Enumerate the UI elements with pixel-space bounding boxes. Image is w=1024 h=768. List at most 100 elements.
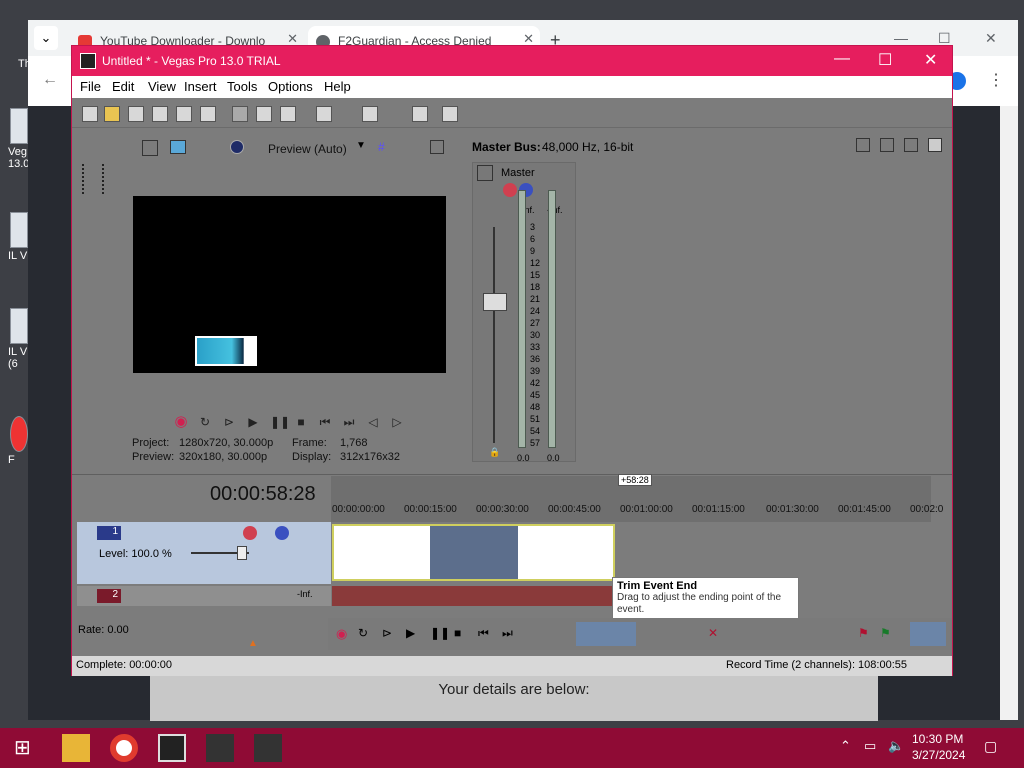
downmix-icon[interactable] bbox=[880, 138, 894, 152]
dim-output-icon[interactable] bbox=[904, 138, 918, 152]
loop-icon[interactable]: ↻ bbox=[358, 626, 368, 640]
vegas-minimize-button[interactable]: — bbox=[834, 50, 850, 68]
stop-icon[interactable]: ■ bbox=[294, 415, 308, 429]
track-2-header[interactable]: 2 -Inf. bbox=[77, 586, 331, 606]
render-icon[interactable] bbox=[176, 106, 192, 122]
track-1-header[interactable]: 1 Level: 100.0 % bbox=[77, 522, 331, 584]
play-icon[interactable]: ▶ bbox=[246, 415, 260, 429]
next-frame-icon[interactable]: ▷ bbox=[390, 415, 404, 429]
vegas-taskbar-icon[interactable] bbox=[158, 734, 186, 762]
redo-icon[interactable] bbox=[362, 106, 378, 122]
region-icon[interactable]: ⚑ bbox=[880, 626, 891, 640]
bus-properties-icon[interactable] bbox=[856, 138, 870, 152]
desktop-icon-th[interactable]: Th bbox=[0, 12, 31, 70]
browser-scrollbar[interactable] bbox=[1000, 106, 1018, 720]
browser-minimize-button[interactable]: — bbox=[894, 30, 908, 46]
clip-blank-segment bbox=[430, 526, 518, 579]
edit-tool-icon[interactable] bbox=[412, 106, 428, 122]
record-icon[interactable]: ◉ bbox=[336, 626, 347, 642]
chrome-icon[interactable] bbox=[110, 734, 138, 762]
il-taskbar-icon[interactable] bbox=[206, 734, 234, 762]
properties-icon[interactable] bbox=[200, 106, 216, 122]
audio-event-clip[interactable] bbox=[332, 586, 615, 606]
file-explorer-icon[interactable] bbox=[62, 734, 90, 762]
lock-icon[interactable]: 🔒 bbox=[489, 447, 500, 458]
track-fx-icon[interactable] bbox=[243, 526, 257, 540]
volume-icon[interactable]: 🔈 bbox=[888, 738, 904, 754]
menu-view[interactable]: View bbox=[148, 79, 176, 94]
pause-icon[interactable]: ❚❚ bbox=[430, 626, 450, 640]
master-fader-handle[interactable] bbox=[483, 293, 507, 311]
stop-icon[interactable]: ■ bbox=[454, 626, 461, 640]
go-to-start-icon[interactable]: ⏮ bbox=[318, 415, 332, 429]
edit-tool-selector[interactable] bbox=[576, 622, 636, 646]
go-to-start-icon[interactable]: ⏮ bbox=[478, 626, 489, 641]
cut-icon[interactable] bbox=[232, 106, 248, 122]
desktop-icon-f[interactable]: F bbox=[0, 416, 28, 468]
previous-frame-icon[interactable]: ◁ bbox=[366, 415, 380, 429]
playback-rate: Rate: 0.00 bbox=[78, 624, 129, 636]
go-to-end-icon[interactable]: ⏭ bbox=[342, 415, 356, 429]
menu-kebab-icon[interactable]: ⋮ bbox=[988, 70, 1004, 90]
chevron-up-icon[interactable]: ⌃ bbox=[840, 738, 851, 754]
video-event-clip[interactable] bbox=[332, 524, 615, 581]
record-icon[interactable]: ◉ bbox=[174, 414, 188, 429]
browser-close-button[interactable]: ✕ bbox=[985, 30, 997, 47]
network-icon[interactable]: ▭ bbox=[864, 738, 876, 754]
copy-snapshot-icon[interactable] bbox=[430, 140, 444, 154]
overlays-grid-icon[interactable]: # bbox=[378, 140, 385, 154]
level-slider-handle[interactable] bbox=[237, 546, 247, 560]
menu-edit[interactable]: Edit bbox=[112, 79, 134, 94]
marker-icon[interactable]: ⚑ bbox=[858, 626, 869, 640]
rate-marker-icon[interactable]: ▲ bbox=[248, 638, 258, 649]
external-monitor-icon[interactable] bbox=[170, 140, 186, 154]
back-arrow-icon[interactable]: ← bbox=[42, 71, 58, 89]
play-icon[interactable]: ▶ bbox=[406, 626, 415, 640]
vegas-maximize-button[interactable]: ☐ bbox=[878, 50, 892, 70]
chevron-down-icon[interactable]: ▼ bbox=[356, 140, 366, 151]
menu-tools[interactable]: Tools bbox=[227, 79, 257, 94]
desktop-icon-vegas[interactable]: Veg 13.0 bbox=[0, 108, 29, 170]
new-file-icon[interactable] bbox=[82, 106, 98, 122]
desktop-icon-il-2[interactable]: IL V (6 bbox=[0, 308, 28, 370]
taskbar-date[interactable]: 3/27/2024 bbox=[912, 748, 965, 762]
copy-icon[interactable] bbox=[256, 106, 272, 122]
save-icon[interactable] bbox=[128, 106, 144, 122]
tab-search-button[interactable]: ⌄ bbox=[34, 26, 58, 50]
meter-scale-label: 12 bbox=[530, 258, 541, 268]
right-meter-value: 0.0 bbox=[547, 453, 560, 463]
preview-mode-dropdown[interactable]: Preview (Auto) bbox=[268, 142, 347, 156]
undo-icon[interactable] bbox=[316, 106, 332, 122]
fx-gear-icon[interactable] bbox=[503, 183, 517, 197]
preview-properties-icon[interactable] bbox=[142, 140, 158, 156]
paste-icon[interactable] bbox=[280, 106, 296, 122]
il-taskbar-icon[interactable] bbox=[254, 734, 282, 762]
meter-scale-label: 36 bbox=[530, 354, 541, 364]
pause-icon[interactable]: ❚❚ bbox=[270, 415, 290, 429]
start-windows-icon[interactable]: ⊞ bbox=[14, 734, 42, 762]
desktop-icon-il-1[interactable]: IL V bbox=[0, 212, 28, 264]
menu-help[interactable]: Help bbox=[324, 79, 351, 94]
vegas-close-button[interactable]: ✕ bbox=[924, 50, 937, 70]
timeline-transport-bar: ◉ ↻ ⊳ ▶ ❚❚ ■ ⏮ ⏭ ✕ ⚑ ⚑ bbox=[328, 618, 952, 650]
save-as-icon[interactable] bbox=[152, 106, 168, 122]
notification-icon[interactable]: ▢ bbox=[984, 738, 997, 755]
taskbar-time[interactable]: 10:30 PM bbox=[912, 732, 963, 746]
f-shortcut-icon bbox=[10, 416, 28, 452]
selection-tool-icon[interactable] bbox=[910, 622, 946, 646]
dock-grip[interactable] bbox=[82, 164, 86, 194]
mixer-settings-icon[interactable] bbox=[928, 138, 942, 152]
menu-options[interactable]: Options bbox=[268, 79, 313, 94]
delete-icon[interactable]: ✕ bbox=[708, 626, 718, 640]
preview-quality-icon[interactable] bbox=[230, 140, 244, 154]
loop-icon[interactable]: ↻ bbox=[198, 415, 212, 429]
menu-file[interactable]: File bbox=[80, 79, 101, 94]
play-from-start-icon[interactable]: ⊳ bbox=[222, 415, 236, 429]
menu-insert[interactable]: Insert bbox=[184, 79, 217, 94]
mute-icon[interactable] bbox=[275, 526, 289, 540]
go-to-end-icon[interactable]: ⏭ bbox=[502, 626, 513, 641]
dock-grip[interactable] bbox=[102, 164, 106, 194]
open-folder-icon[interactable] bbox=[104, 106, 120, 122]
whats-this-help-icon[interactable] bbox=[442, 106, 458, 122]
play-from-start-icon[interactable]: ⊳ bbox=[382, 626, 392, 640]
